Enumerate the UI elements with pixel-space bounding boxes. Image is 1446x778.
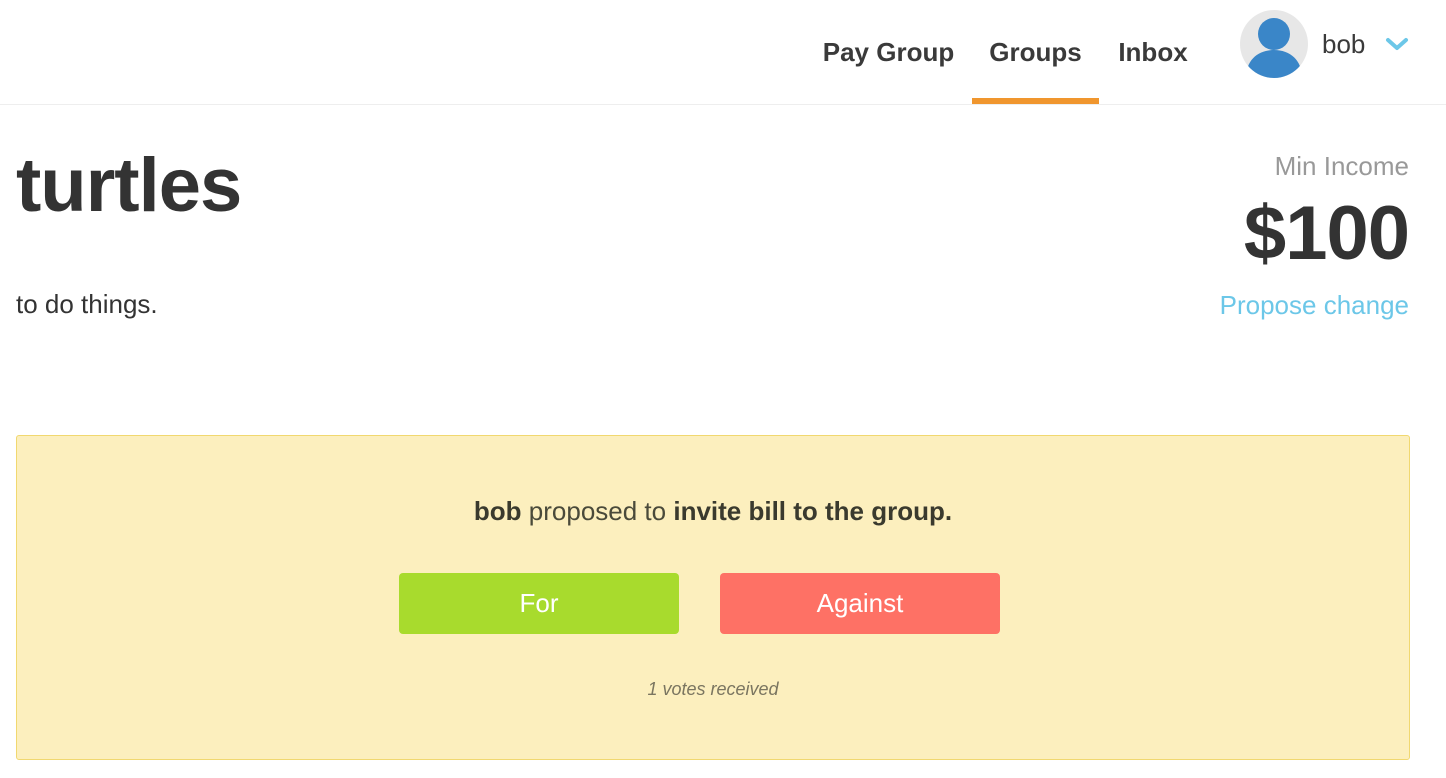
user-avatar-icon: [1240, 10, 1308, 78]
top-navigation-bar: Pay Group Groups Inbox bob: [0, 0, 1446, 105]
propose-change-link[interactable]: Propose change: [1220, 290, 1409, 321]
vote-for-button[interactable]: For: [399, 573, 679, 634]
proposal-action: invite bill to the group.: [673, 496, 953, 526]
group-title: turtles: [16, 143, 242, 228]
nav-inbox[interactable]: Inbox: [1108, 0, 1198, 104]
nav-groups[interactable]: Groups: [972, 0, 1099, 104]
min-income-label: Min Income: [1274, 151, 1409, 181]
active-tab-indicator: [972, 98, 1099, 104]
chevron-down-icon[interactable]: [1385, 36, 1409, 52]
vote-against-button[interactable]: Against: [720, 573, 1000, 634]
user-menu[interactable]: bob: [1240, 8, 1430, 80]
proposal-card: bob proposed to invite bill to the group…: [16, 435, 1410, 760]
proposer-name: bob: [473, 496, 522, 526]
proposal-text: bob proposed to invite bill to the group…: [17, 496, 1409, 527]
proposal-verb: proposed to: [528, 496, 667, 526]
nav-pay-group[interactable]: Pay Group: [816, 0, 961, 104]
min-income-value: $100: [1243, 191, 1410, 276]
votes-received-count: 1 votes received: [647, 679, 779, 699]
group-description: to do things.: [16, 289, 158, 319]
user-name: bob: [1322, 28, 1366, 59]
